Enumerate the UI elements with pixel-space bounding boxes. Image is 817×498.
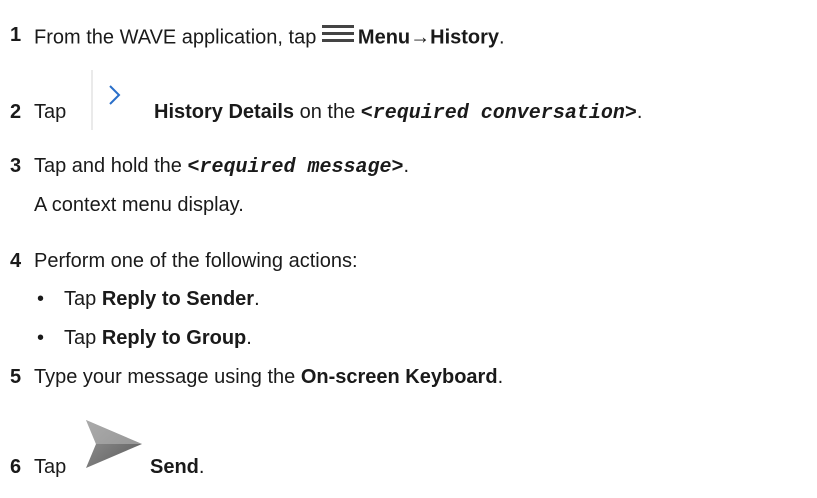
send-label: Send (150, 456, 199, 478)
step-number: 6 (10, 456, 22, 478)
step-text: Type your message using the (34, 366, 301, 388)
history-details-label: History Details (154, 101, 295, 123)
step-text: Tap (34, 101, 67, 123)
on-screen-keyboard-label: On-screen Keyboard (300, 366, 498, 388)
bullet: • (37, 327, 45, 349)
send-arrow-icon (80, 414, 146, 478)
step-3-note: A context menu display. (34, 194, 244, 216)
reply-to-sender-label: Reply to Sender (101, 288, 255, 310)
bullet: • (37, 288, 45, 310)
step-text: Tap and hold the (34, 155, 188, 177)
hamburger-menu-icon (321, 24, 354, 48)
step-number: 3 (10, 155, 22, 177)
required-conversation: <required conversation> (360, 102, 637, 125)
step-number: 2 (10, 101, 22, 123)
step-text: Perform one of the following actions: (34, 250, 358, 272)
step-text: From the WAVE application, tap (34, 26, 322, 49)
required-message: <required message> (187, 156, 404, 179)
step-number: 5 (10, 366, 22, 388)
reply-to-group-label: Reply to Group (101, 327, 247, 349)
menu-history-label: Menu→History (357, 26, 500, 49)
step-number: 1 (10, 24, 22, 46)
step-text: Tap (34, 456, 67, 478)
chevron-right-icon (88, 70, 144, 136)
step-number: 4 (10, 250, 22, 272)
